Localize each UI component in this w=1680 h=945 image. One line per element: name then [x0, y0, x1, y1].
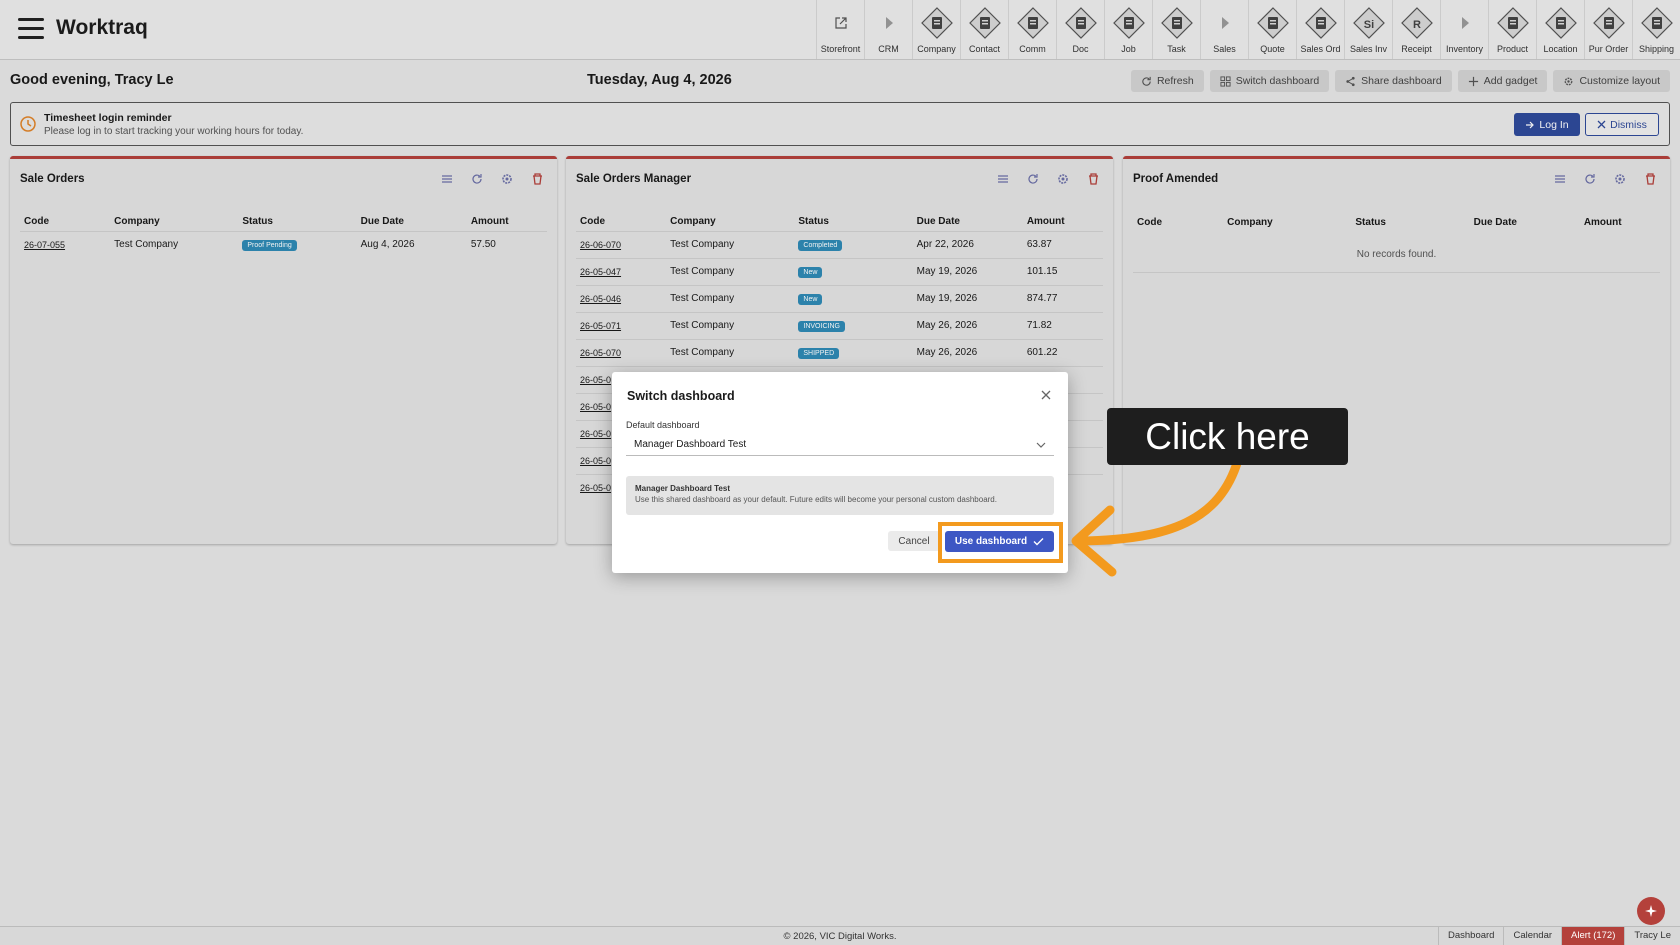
info-title: Manager Dashboard Test — [635, 484, 730, 493]
highlight-box — [938, 522, 1063, 563]
footer-user-link[interactable]: Tracy Le — [1624, 927, 1680, 945]
footer-calendar-link[interactable]: Calendar — [1503, 927, 1561, 945]
default-dashboard-select[interactable]: Manager Dashboard Test — [626, 436, 1054, 456]
chevron-down-icon — [1036, 442, 1046, 448]
default-dashboard-label: Default dashboard — [626, 420, 700, 430]
click-here-callout: Click here — [1107, 408, 1348, 465]
sparkle-icon — [1645, 905, 1657, 917]
copyright: © 2026, VIC Digital Works. — [783, 931, 897, 942]
dialog-title: Switch dashboard — [627, 389, 735, 403]
dashboard-info: Manager Dashboard Test Use this shared d… — [626, 476, 1054, 515]
assistant-fab-button[interactable] — [1637, 897, 1665, 925]
footer-alert-link[interactable]: Alert (172) — [1561, 927, 1625, 945]
footer: © 2026, VIC Digital Works. Dashboard Cal… — [0, 926, 1680, 945]
footer-dashboard-link[interactable]: Dashboard — [1437, 927, 1503, 945]
info-text: Use this shared dashboard as your defaul… — [635, 495, 997, 504]
close-icon[interactable] — [1040, 389, 1052, 401]
footer-links: Dashboard Calendar Alert (172) Tracy Le — [1437, 927, 1680, 945]
cancel-button[interactable]: Cancel — [888, 531, 940, 551]
